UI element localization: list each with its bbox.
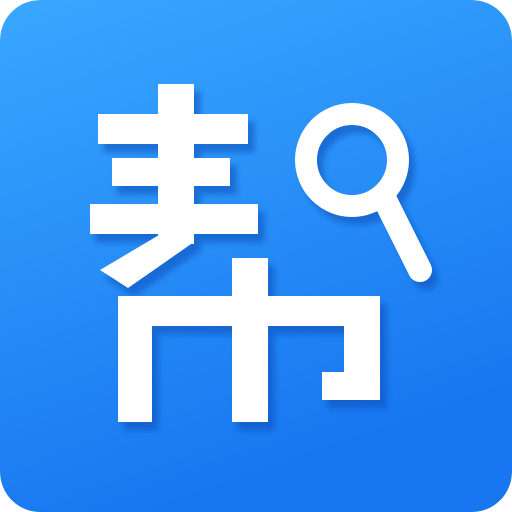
app-icon[interactable] bbox=[0, 0, 512, 512]
app-icon-artwork bbox=[0, 0, 512, 512]
glyph-stroke-jin-left bbox=[118, 296, 152, 422]
glyph-stroke-vertical bbox=[158, 84, 194, 244]
glyph-stroke-jin-right bbox=[344, 296, 380, 382]
glyph-stroke-jin-hook bbox=[322, 372, 380, 400]
glyph-stroke-jin-center bbox=[232, 258, 268, 422]
icon-background bbox=[0, 0, 512, 512]
